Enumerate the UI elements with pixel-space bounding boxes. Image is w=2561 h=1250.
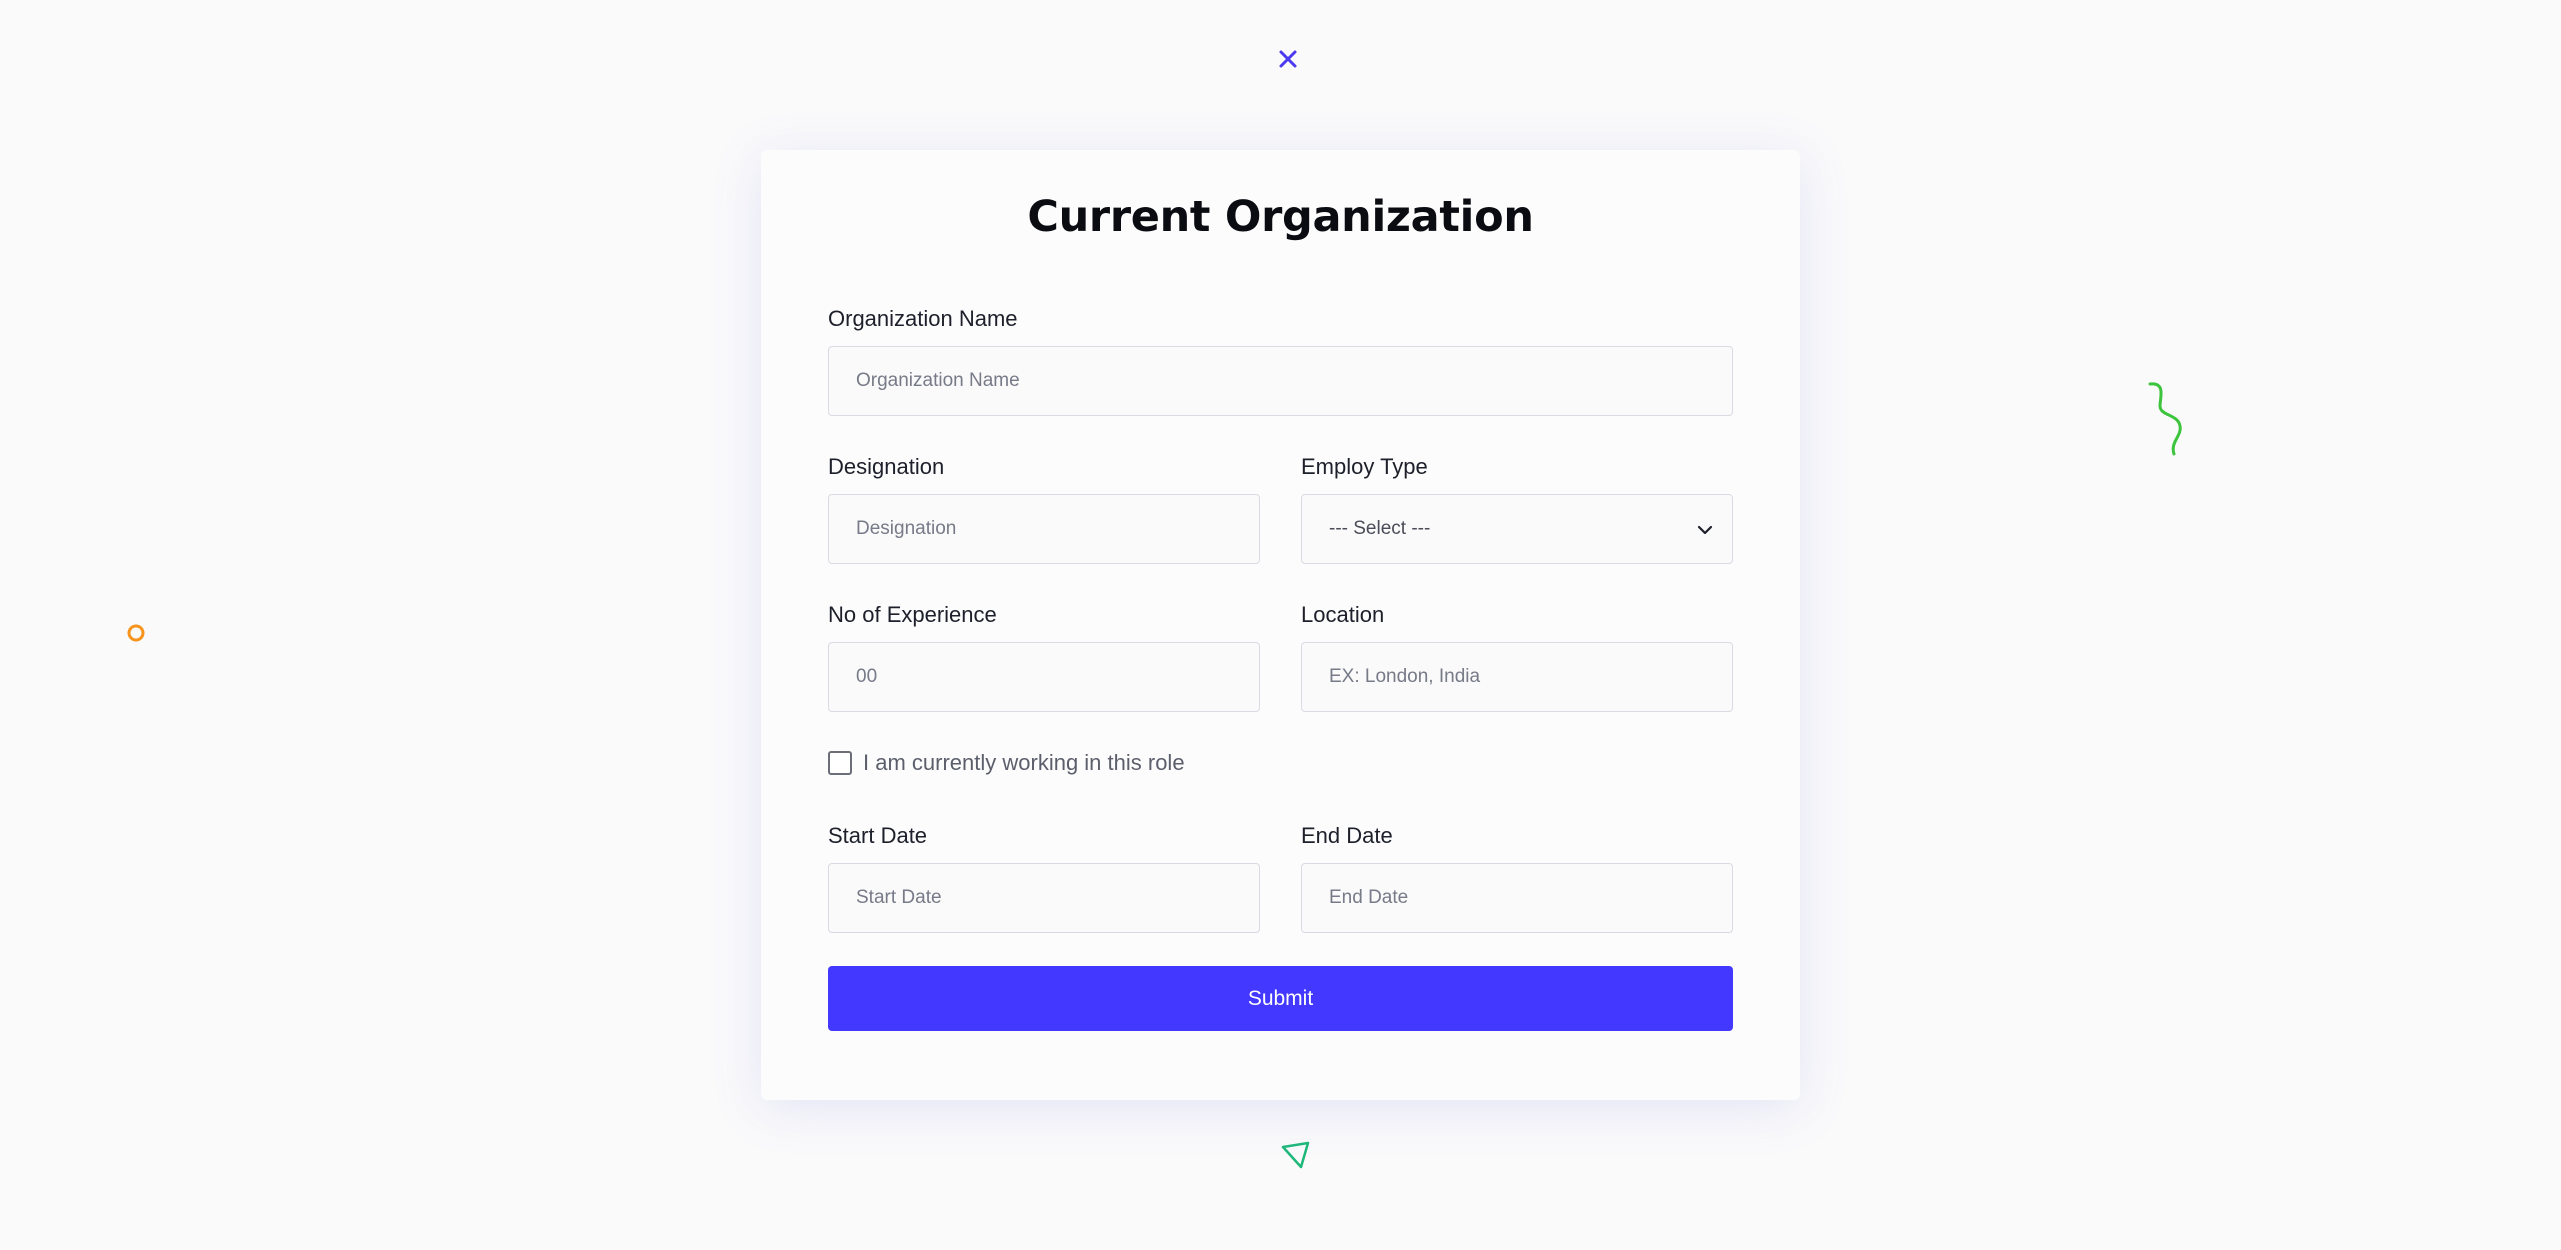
organization-name-label: Organization Name: [828, 306, 1018, 331]
experience-label: No of Experience: [828, 602, 997, 627]
end-date-input[interactable]: [1301, 863, 1733, 934]
start-date-group: Start Date: [828, 823, 1260, 934]
start-date-input[interactable]: [828, 863, 1260, 934]
circle-outline-icon: [127, 624, 145, 642]
location-group: Location: [1301, 602, 1733, 713]
employ-type-group: Employ Type --- Select ---: [1301, 454, 1733, 565]
end-date-group: End Date: [1301, 823, 1733, 934]
employ-type-select[interactable]: --- Select ---: [1301, 494, 1733, 565]
currently-working-row: I am currently working in this role: [828, 750, 1185, 776]
start-date-label: Start Date: [828, 823, 928, 848]
organization-name-input[interactable]: [828, 346, 1733, 417]
employ-type-selected-value: --- Select ---: [1329, 518, 1431, 540]
close-x-icon: [1279, 50, 1297, 68]
form-title: Current Organization: [1027, 192, 1534, 242]
page-background: Current Organization Organization Name D…: [0, 0, 2561, 1250]
end-date-label: End Date: [1301, 823, 1393, 848]
location-input[interactable]: [1301, 642, 1733, 713]
triangle-outline-icon: [1281, 1141, 1310, 1169]
submit-button[interactable]: Submit: [828, 966, 1733, 1031]
designation-group: Designation: [828, 454, 1260, 565]
currently-working-label[interactable]: I am currently working in this role: [863, 750, 1185, 776]
squiggle-icon: [2148, 382, 2182, 456]
experience-group: No of Experience: [828, 602, 1260, 713]
designation-label: Designation: [828, 454, 945, 479]
employ-type-label: Employ Type: [1301, 454, 1428, 479]
organization-form-card: Current Organization Organization Name D…: [761, 150, 1800, 1100]
location-label: Location: [1301, 602, 1385, 627]
chevron-down-icon: [1697, 526, 1713, 535]
currently-working-checkbox[interactable]: [828, 751, 852, 775]
organization-name-group: Organization Name: [828, 306, 1733, 417]
experience-input[interactable]: [828, 642, 1260, 713]
designation-input[interactable]: [828, 494, 1260, 565]
